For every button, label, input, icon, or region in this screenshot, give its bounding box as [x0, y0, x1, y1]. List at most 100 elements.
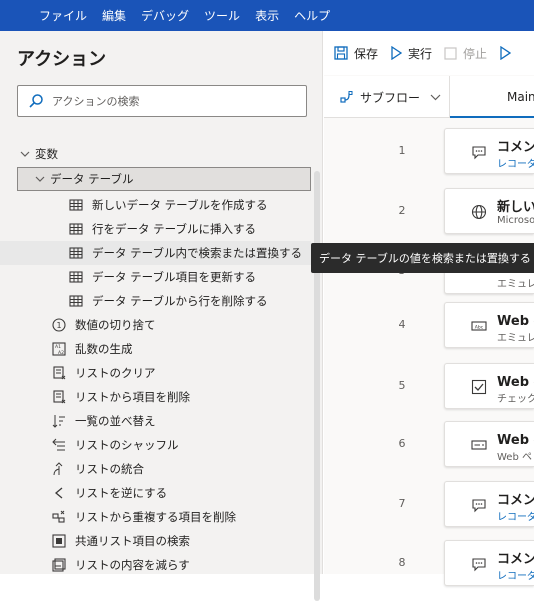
- datatable-action-item[interactable]: データ テーブル内で検索または置換する: [0, 241, 311, 265]
- table-icon: [68, 197, 84, 213]
- variable-action-item[interactable]: リストのシャッフル: [0, 433, 312, 457]
- step-title: Web ペ: [497, 375, 534, 390]
- step-subtitle: エミュレー: [497, 279, 534, 290]
- menu-view[interactable]: 表示: [255, 7, 279, 24]
- action-item-label: リストから重複する項目を削除: [75, 510, 236, 524]
- variable-action-item[interactable]: A1 A2 乱数の生成: [0, 337, 312, 361]
- number-circle-icon: 1: [51, 317, 67, 333]
- play-step-icon: [500, 46, 512, 60]
- step-subtitle: レコーダー: [497, 512, 534, 523]
- step-subtitle: Web ペ: [497, 452, 532, 463]
- shuffle-icon: [51, 437, 67, 453]
- action-item-label: リストの内容を減らす: [75, 558, 190, 572]
- subflow-dropdown[interactable]: サブフロー: [340, 76, 441, 118]
- search-icon: [29, 94, 43, 108]
- variable-action-item[interactable]: リストから項目を削除: [0, 385, 312, 409]
- flow-step-card[interactable]: コメントレコーダー: [444, 481, 534, 527]
- step-number: 4: [398, 318, 406, 331]
- step-number: 1: [398, 144, 406, 157]
- sort-icon: [51, 413, 67, 429]
- common-items-icon: [51, 533, 67, 549]
- variable-action-item[interactable]: リストの統合: [0, 457, 312, 481]
- variable-action-item[interactable]: リストから重複する項目を削除: [0, 505, 312, 529]
- flow-step-card[interactable]: Web ペチェック: [444, 363, 534, 409]
- menu-debug[interactable]: デバッグ: [141, 7, 189, 24]
- step-subtitle: レコーダー: [497, 571, 534, 582]
- flow-step-card[interactable]: 新しい Microso: [444, 188, 534, 234]
- action-item-label: データ テーブル項目を更新する: [92, 270, 256, 284]
- tab-main[interactable]: Main: [449, 76, 534, 118]
- save-button[interactable]: 保存: [334, 45, 378, 62]
- datatable-action-item[interactable]: データ テーブルから行を削除する: [0, 289, 312, 313]
- variable-action-item[interactable]: リストのクリア: [0, 361, 312, 385]
- action-search-input[interactable]: [52, 94, 292, 108]
- variable-action-item[interactable]: 一覧の並べ替え: [0, 409, 312, 433]
- flow-step-card[interactable]: Web ペ Web ペ: [444, 421, 534, 467]
- tree-subgroup-datatable[interactable]: データ テーブル: [17, 167, 311, 191]
- play-icon: [391, 46, 403, 60]
- variable-action-item[interactable]: リストの内容を減らす: [0, 553, 312, 577]
- table-icon: [68, 293, 84, 309]
- step-subtitle: レコーダー: [497, 159, 534, 170]
- action-item-label: リストを逆にする: [75, 486, 168, 500]
- save-icon: [334, 46, 348, 60]
- action-item-label: データ テーブル内で検索または置換する: [92, 246, 302, 260]
- list-clear-icon: [51, 365, 67, 381]
- menu-edit[interactable]: 編集: [102, 7, 126, 24]
- text-field-icon: Abc: [471, 318, 487, 334]
- tree-group-variables[interactable]: 変数: [17, 142, 329, 166]
- step-title: コメント: [497, 493, 534, 508]
- table-icon: [68, 245, 84, 261]
- datatable-action-item[interactable]: 新しいデータ テーブルを作成する: [0, 193, 312, 217]
- actions-panel: アクション 変数 データ テーブル 新しいデータ テーブルを作成する行をデータ …: [0, 31, 323, 601]
- step-number: 5: [398, 379, 406, 392]
- merge-icon: [51, 461, 67, 477]
- actions-panel-title: アクション: [17, 49, 107, 70]
- checkbox-icon: [471, 379, 487, 395]
- action-item-label: リストのシャッフル: [75, 438, 179, 452]
- comment-icon: [471, 497, 487, 513]
- variable-action-item[interactable]: リストを逆にする: [0, 481, 312, 505]
- step-subtitle: チェック: [497, 394, 534, 405]
- run-label: 実行: [408, 46, 433, 61]
- reverse-icon: [51, 485, 67, 501]
- datatable-action-item[interactable]: 行をデータ テーブルに挿入する: [0, 217, 312, 241]
- action-item-label: データ テーブルから行を削除する: [92, 294, 268, 308]
- chevron-down-icon: [32, 171, 48, 187]
- dedupe-icon: [51, 509, 67, 525]
- tree-group-label: 変数: [35, 147, 58, 161]
- step-number: 8: [398, 556, 406, 569]
- actions-scrollbar[interactable]: [314, 171, 320, 601]
- designer-toolbar: 保存 実行 停止: [324, 31, 534, 75]
- run-button[interactable]: 実行: [390, 45, 432, 62]
- stop-label: 停止: [463, 46, 488, 61]
- step-number: 6: [398, 437, 406, 450]
- globe-icon: [471, 204, 487, 220]
- menu-file[interactable]: ファイル: [39, 7, 87, 24]
- table-icon: [68, 221, 84, 237]
- subtract-list-icon: [51, 557, 67, 573]
- flow-step-card[interactable]: コメントレコーダー: [444, 540, 534, 586]
- action-item-label: 一覧の並べ替え: [75, 414, 156, 428]
- subflow-icon: [340, 91, 353, 103]
- step-title: Web ペ: [497, 314, 534, 329]
- flow-tabs: サブフロー Main: [324, 76, 534, 118]
- menu-bar: ファイル 編集 デバッグ ツール 表示 ヘルプ: [0, 0, 534, 31]
- menu-help[interactable]: ヘルプ: [294, 7, 330, 24]
- subflow-label: サブフロー: [360, 90, 421, 105]
- step-number: 2: [398, 204, 406, 217]
- variable-action-item[interactable]: 1 数値の切り捨て: [0, 313, 312, 337]
- stop-button[interactable]: 停止: [444, 45, 487, 62]
- svg-text:Abc: Abc: [475, 324, 484, 330]
- datatable-action-item[interactable]: データ テーブル項目を更新する: [0, 265, 312, 289]
- action-item-label: 数値の切り捨て: [75, 318, 156, 332]
- flow-step-card[interactable]: Abc Web ペエミュレー: [444, 302, 534, 348]
- step-number: 7: [398, 497, 406, 510]
- next-step-button[interactable]: [499, 46, 512, 60]
- action-search-box[interactable]: [17, 85, 307, 117]
- step-subtitle: Microso: [497, 215, 534, 226]
- menu-tools[interactable]: ツール: [204, 7, 240, 24]
- list-remove-icon: [51, 389, 67, 405]
- flow-step-card[interactable]: コメントレコーダー: [444, 128, 534, 174]
- variable-action-item[interactable]: 共通リスト項目の検索: [0, 529, 312, 553]
